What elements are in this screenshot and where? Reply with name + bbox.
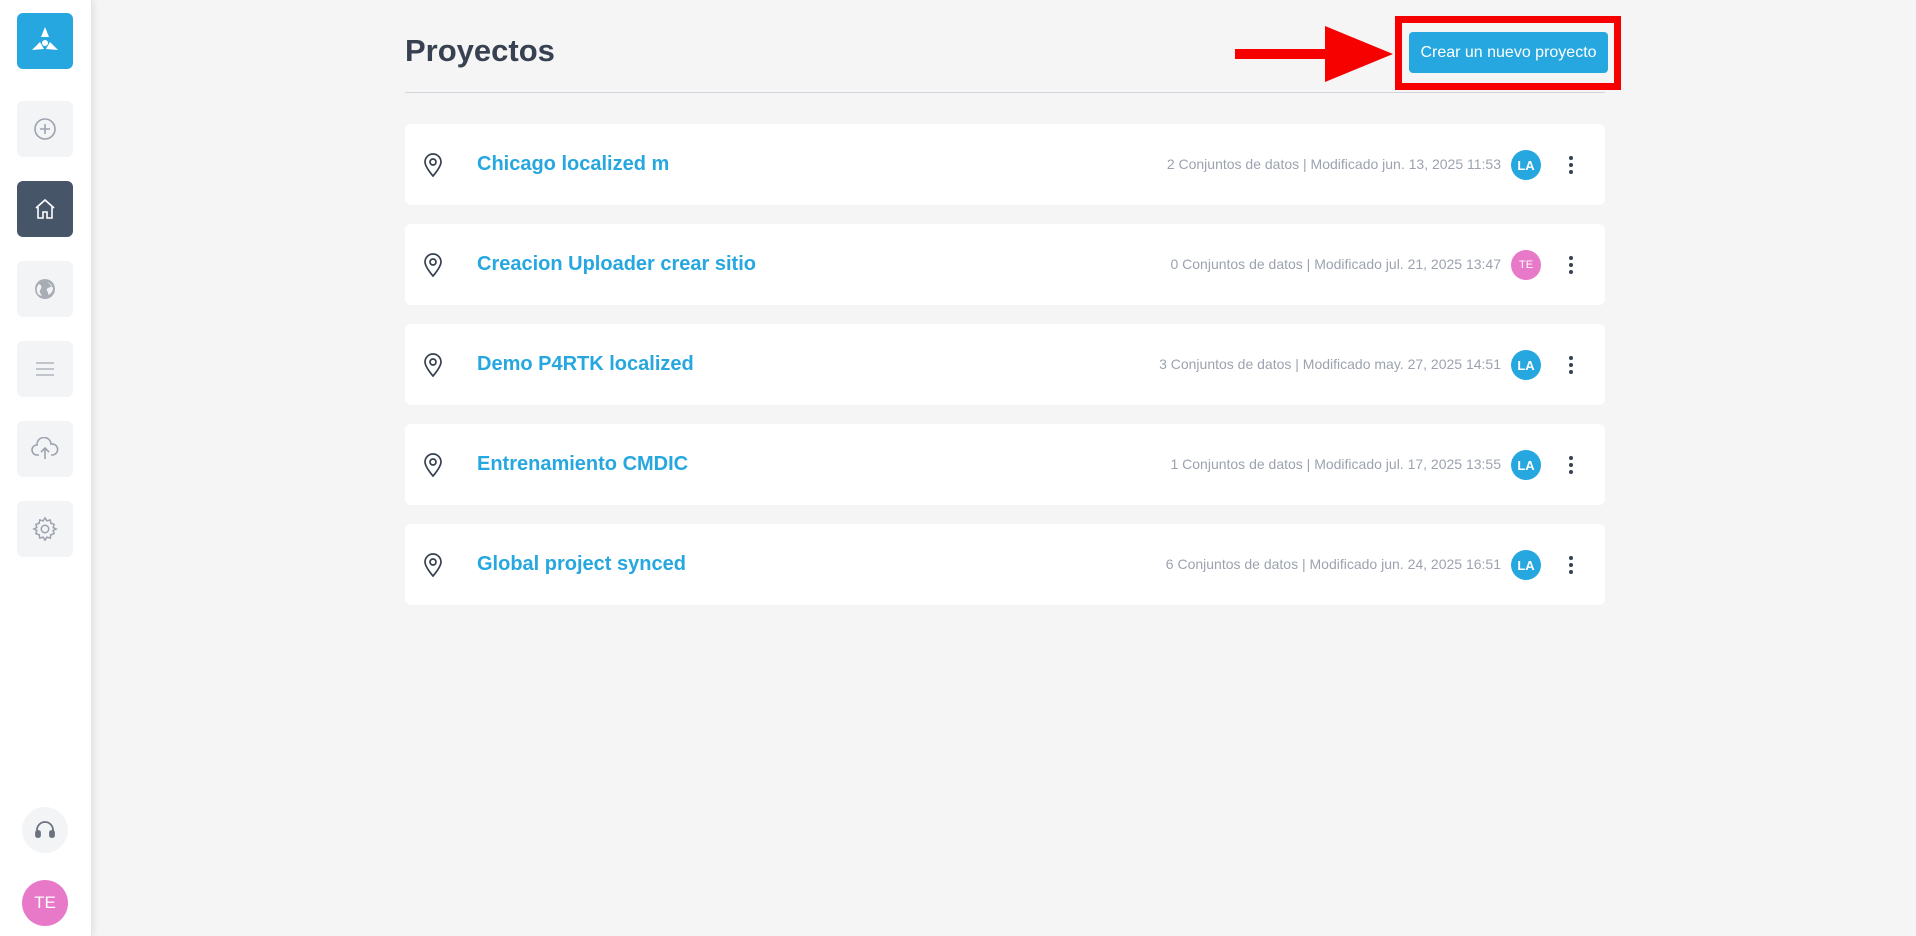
owner-avatar: TE [1511, 250, 1541, 280]
page-header: Proyectos Crear un nuevo proyecto [405, 0, 1621, 93]
project-name[interactable]: Entrenamiento CMDIC [477, 453, 688, 476]
create-project-button[interactable]: Crear un nuevo proyecto [1409, 32, 1608, 73]
map-pin-icon [424, 253, 442, 278]
project-list: Chicago localized m 2 Conjuntos de datos… [405, 124, 1605, 624]
sidebar-item-settings[interactable] [17, 501, 73, 557]
sidebar-item-list[interactable] [17, 341, 73, 397]
more-options-icon[interactable] [1565, 148, 1577, 182]
project-meta: 0 Conjuntos de datos | Modificado jul. 2… [1170, 256, 1501, 272]
sidebar-item-globe[interactable] [17, 261, 73, 317]
project-name[interactable]: Chicago localized m [477, 153, 669, 176]
sidebar-item-add[interactable] [17, 101, 73, 157]
project-card[interactable]: Demo P4RTK localized 3 Conjuntos de dato… [405, 324, 1605, 405]
main-content: Proyectos Crear un nuevo proyecto Chicag… [405, 0, 1621, 605]
project-card[interactable]: Chicago localized m 2 Conjuntos de datos… [405, 124, 1605, 205]
user-avatar[interactable]: TE [22, 880, 68, 926]
app-logo[interactable] [17, 13, 73, 69]
globe-icon [35, 279, 55, 299]
owner-avatar: LA [1511, 450, 1541, 480]
triangle-logo-icon [32, 27, 58, 50]
more-options-icon[interactable] [1565, 548, 1577, 582]
plus-circle-icon [34, 118, 56, 140]
more-options-icon[interactable] [1565, 248, 1577, 282]
project-meta: 6 Conjuntos de datos | Modificado jun. 2… [1165, 556, 1501, 572]
annotation-arrow-icon [1235, 26, 1393, 82]
home-icon [35, 198, 55, 219]
map-pin-icon [424, 153, 442, 178]
owner-avatar: LA [1511, 150, 1541, 180]
sidebar-item-home[interactable] [17, 181, 73, 237]
cloud-upload-icon [31, 437, 59, 459]
headset-icon [35, 821, 55, 838]
map-pin-icon [424, 353, 442, 378]
sidebar-item-upload[interactable] [17, 421, 73, 477]
map-pin-icon [424, 553, 442, 578]
project-meta: 3 Conjuntos de datos | Modificado may. 2… [1159, 356, 1501, 372]
project-name[interactable]: Global project synced [477, 553, 686, 576]
owner-avatar: LA [1511, 350, 1541, 380]
project-card[interactable]: Entrenamiento CMDIC 1 Conjuntos de datos… [405, 424, 1605, 505]
project-card[interactable]: Creacion Uploader crear sitio 0 Conjunto… [405, 224, 1605, 305]
more-options-icon[interactable] [1565, 348, 1577, 382]
menu-lines-icon [36, 362, 54, 376]
project-name[interactable]: Demo P4RTK localized [477, 353, 694, 376]
project-card[interactable]: Global project synced 6 Conjuntos de dat… [405, 524, 1605, 605]
project-meta: 2 Conjuntos de datos | Modificado jun. 1… [1166, 156, 1501, 172]
page-title: Proyectos [405, 33, 555, 68]
gear-icon [32, 516, 58, 542]
owner-avatar: LA [1511, 550, 1541, 580]
project-meta: 1 Conjuntos de datos | Modificado jul. 1… [1170, 456, 1501, 472]
support-button[interactable] [22, 807, 68, 853]
sidebar: TE [0, 0, 92, 936]
map-pin-icon [424, 453, 442, 478]
project-name[interactable]: Creacion Uploader crear sitio [477, 253, 756, 276]
more-options-icon[interactable] [1565, 448, 1577, 482]
